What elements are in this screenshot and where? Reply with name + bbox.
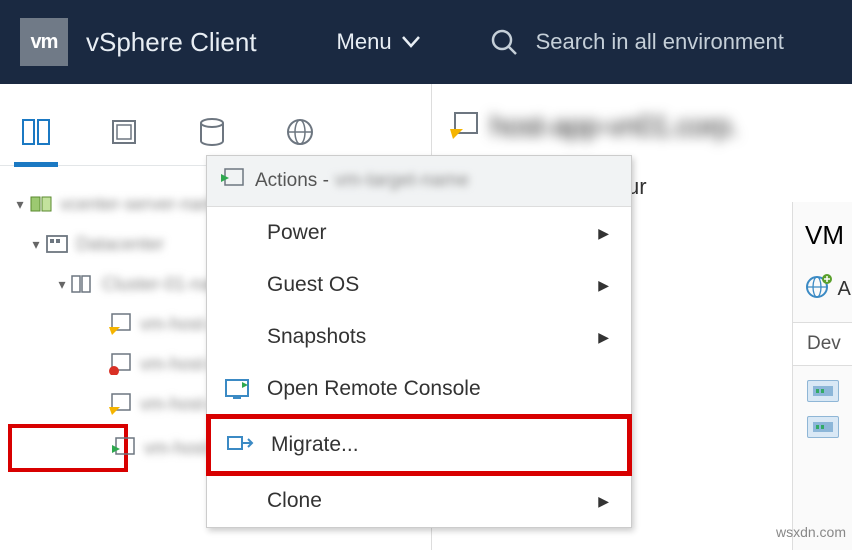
submenu-arrow-icon: ▶ <box>598 493 609 510</box>
vm-warning-icon <box>108 313 134 335</box>
search-box[interactable]: Search in all environment <box>490 28 784 56</box>
menu-label: Clone <box>267 489 322 513</box>
menu-label: Open Remote Console <box>267 377 481 401</box>
side-title: VM <box>793 220 852 251</box>
object-title: host-app-vn01.corp. <box>490 110 738 144</box>
tree-label: Datacenter <box>76 234 164 255</box>
migrate-icon <box>227 434 255 456</box>
globe-plus-icon <box>805 273 833 299</box>
submenu-arrow-icon: ▶ <box>598 225 609 242</box>
menu-item-guest-os[interactable]: Guest OS ▶ <box>207 259 631 311</box>
caret-down-icon: ▾ <box>28 236 44 253</box>
chevron-down-icon <box>402 36 420 48</box>
menu-label: Migrate... <box>271 433 359 457</box>
vmware-logo: vm <box>20 18 68 66</box>
datacenter-icon <box>44 235 70 253</box>
add-network-button[interactable]: A <box>805 273 852 304</box>
adapter-badge[interactable] <box>807 416 839 438</box>
vm-running-icon <box>112 437 138 459</box>
menu-item-snapshots[interactable]: Snapshots ▶ <box>207 311 631 363</box>
add-label: A <box>837 278 850 300</box>
menu-dropdown[interactable]: Menu <box>337 29 420 55</box>
tab-vms-templates[interactable] <box>108 114 140 150</box>
actions-context-menu: Actions - vm-target-name Power ▶ Guest O… <box>206 155 632 528</box>
side-panel: VM A Dev <box>792 202 852 550</box>
inventory-tabs <box>0 84 431 166</box>
side-tab-device[interactable]: Dev <box>793 322 852 366</box>
hosts-icon <box>21 117 51 147</box>
submenu-arrow-icon: ▶ <box>598 277 609 294</box>
submenu-arrow-icon: ▶ <box>598 329 609 346</box>
vm-warning-icon <box>108 393 134 415</box>
menu-item-open-remote-console[interactable]: Open Remote Console <box>207 363 631 415</box>
tab-storage[interactable] <box>196 114 228 150</box>
cluster-icon <box>70 274 96 294</box>
top-bar: vm vSphere Client Menu Search in all env… <box>0 0 852 84</box>
search-placeholder: Search in all environment <box>536 29 784 55</box>
menu-label: Power <box>267 221 327 245</box>
app-title: vSphere Client <box>86 27 257 58</box>
menu-item-power[interactable]: Power ▶ <box>207 207 631 259</box>
tree-vm-selected[interactable]: vm-host-d <box>8 424 128 472</box>
storage-icon <box>198 117 226 147</box>
tree-label: vcenter-server-name <box>60 194 226 215</box>
vcenter-icon <box>28 194 54 214</box>
menu-label: Snapshots <box>267 325 366 349</box>
tab-hosts-clusters[interactable] <box>20 114 52 150</box>
menu-item-migrate[interactable]: Migrate... <box>206 414 632 476</box>
context-menu-header: Actions - vm-target-name <box>207 156 631 207</box>
vm-warning-icon <box>450 111 480 144</box>
watermark: wsxdn.com <box>776 524 846 540</box>
caret-down-icon: ▾ <box>12 196 28 213</box>
network-icon <box>285 117 315 147</box>
search-icon <box>490 28 518 56</box>
menu-label: Menu <box>337 29 392 55</box>
caret-down-icon: ▾ <box>54 276 70 293</box>
actions-target: vm-target-name <box>335 170 469 192</box>
vm-running-icon <box>221 168 245 194</box>
actions-label: Actions - <box>255 170 329 192</box>
menu-label: Guest OS <box>267 273 359 297</box>
adapter-badge[interactable] <box>807 380 839 402</box>
console-icon <box>223 378 251 400</box>
tab-networking[interactable] <box>284 114 316 150</box>
vms-icon <box>110 118 138 146</box>
vm-error-icon <box>108 353 134 375</box>
menu-item-clone[interactable]: Clone ▶ <box>207 475 631 527</box>
